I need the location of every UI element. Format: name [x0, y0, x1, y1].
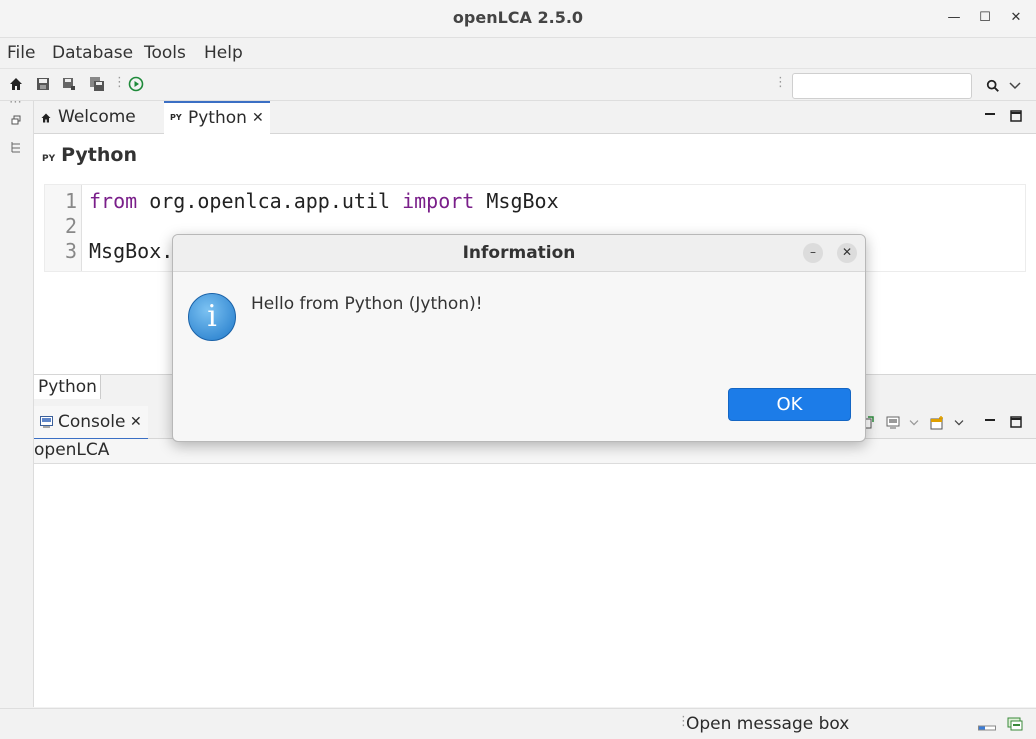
chevron-down-icon[interactable]: [909, 419, 919, 427]
code-text: org.openlca.app.util: [137, 189, 403, 213]
dialog-title: Information: [462, 243, 576, 263]
menu-help[interactable]: Help: [204, 43, 243, 63]
close-window-button[interactable]: ✕: [1006, 8, 1026, 28]
maximize-view-icon[interactable]: [1010, 110, 1022, 122]
editor-heading: PY Python: [42, 144, 137, 166]
save-all-icon[interactable]: [89, 76, 105, 92]
code-text: MsgBox: [474, 189, 559, 213]
maximize-view-icon[interactable]: [1010, 416, 1022, 428]
window-titlebar: openLCA 2.5.0 — ☐ ✕: [0, 0, 1036, 38]
toolbar-separator: ⋮: [113, 75, 126, 90]
code-keyword: import: [402, 189, 475, 213]
home-icon[interactable]: [8, 76, 24, 92]
console-icon: [40, 416, 53, 428]
save-icon[interactable]: [35, 76, 51, 92]
save-as-icon[interactable]: [61, 76, 77, 92]
minimize-view-icon[interactable]: [984, 109, 996, 119]
information-dialog: Information – ✕ i Hello from Python (Jyt…: [172, 234, 866, 442]
dialog-message: Hello from Python (Jython)!: [251, 294, 483, 314]
search-icon[interactable]: [986, 79, 1000, 93]
python-file-icon: PY: [42, 154, 56, 164]
tab-welcome[interactable]: Welcome: [34, 101, 162, 133]
run-icon[interactable]: [128, 76, 144, 92]
chevron-down-icon[interactable]: [954, 419, 964, 427]
menu-file[interactable]: File: [7, 43, 35, 63]
maximize-window-button[interactable]: ☐: [975, 8, 995, 28]
minimize-window-button[interactable]: —: [944, 8, 964, 28]
toolbar-separator-right: ⋮: [774, 75, 787, 90]
tab-python-label: Python: [188, 108, 247, 128]
tab-console[interactable]: Console ✕: [34, 406, 148, 440]
tab-console-label: Console: [58, 412, 126, 432]
dialog-close-button[interactable]: ✕: [837, 243, 857, 263]
restore-view-icon[interactable]: [11, 115, 21, 125]
dialog-titlebar: Information – ✕: [173, 235, 865, 272]
line-number: 3: [64, 239, 77, 263]
menu-database[interactable]: Database: [52, 43, 133, 63]
trim-handle-icon: ⋯: [9, 95, 22, 110]
line-number: 2: [64, 214, 77, 238]
console-name: openLCA: [34, 440, 110, 460]
left-trim-bar: ⋯: [0, 95, 34, 707]
line-number: 1: [64, 189, 77, 213]
line-number-gutter: 1 2 3: [45, 185, 82, 271]
display-console-icon[interactable]: [886, 416, 900, 429]
editor-tab-bar: Welcome PY Python ✕: [34, 101, 1036, 134]
tab-welcome-label: Welcome: [58, 107, 136, 127]
navigation-tree-icon[interactable]: [10, 141, 22, 153]
menu-tools[interactable]: Tools: [144, 43, 186, 63]
tab-python-source[interactable]: Python: [34, 375, 101, 399]
search-input[interactable]: [792, 73, 972, 99]
console-name-bar: openLCA: [34, 439, 1036, 464]
status-text: Open message box: [686, 714, 850, 734]
status-bar: ⋮ Open message box: [0, 708, 1036, 739]
close-tab-icon[interactable]: ✕: [130, 406, 142, 438]
console-output[interactable]: [34, 464, 1036, 707]
menubar: File Database Tools Help: [0, 38, 1036, 69]
main-toolbar: ⋮ ⋮: [0, 69, 1036, 101]
python-file-icon: PY: [170, 113, 182, 122]
editor-title: Python: [61, 144, 137, 166]
progress-icon[interactable]: [978, 723, 996, 731]
window-title: openLCA 2.5.0: [452, 8, 584, 27]
tab-python[interactable]: PY Python ✕: [164, 101, 270, 134]
info-icon: i: [188, 293, 236, 341]
code-keyword: from: [89, 189, 138, 213]
home-icon: [41, 113, 51, 123]
minimize-view-icon[interactable]: [984, 415, 996, 425]
code-line-3: MsgBox.: [89, 239, 174, 263]
new-console-icon[interactable]: [930, 415, 945, 430]
chevron-down-icon[interactable]: [1009, 81, 1021, 91]
close-tab-icon[interactable]: ✕: [252, 103, 264, 133]
dialog-minimize-button[interactable]: –: [803, 243, 823, 263]
progress-view-icon[interactable]: [1007, 717, 1023, 731]
code-line-1: from org.openlca.app.util import MsgBox: [89, 189, 559, 213]
ok-button[interactable]: OK: [728, 388, 851, 421]
